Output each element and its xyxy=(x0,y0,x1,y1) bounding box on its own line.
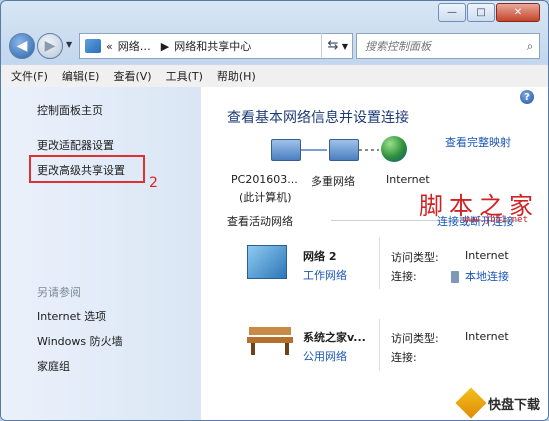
homegroup-link[interactable]: 家庭组 xyxy=(37,358,70,374)
minimize-button[interactable]: — xyxy=(438,3,466,22)
connections-label: 连接: xyxy=(391,270,417,283)
crumb-separator-icon[interactable]: ▶ xyxy=(161,40,169,53)
crumb-1[interactable]: 网络… xyxy=(118,38,151,54)
search-box[interactable]: ⌕ xyxy=(356,33,540,59)
arrow-right-icon: ▶ xyxy=(44,38,56,54)
main-pane: ? 查看基本网络信息并设置连接 查看完整映射 PC201603... (此计算机… xyxy=(201,87,548,420)
connection-line xyxy=(359,149,379,151)
change-adapter-settings-link[interactable]: 更改适配器设置 xyxy=(37,137,114,153)
divider xyxy=(379,319,380,371)
internet-label: Internet xyxy=(386,173,430,186)
internet-globe-icon xyxy=(381,136,407,162)
internet-options-link[interactable]: Internet 选项 xyxy=(37,308,106,324)
forward-button[interactable]: ▶ xyxy=(37,33,63,59)
this-computer-label: (此计算机) xyxy=(239,191,292,204)
address-row: ◀ ▶ ▼ « 网络… ▶ 网络和共享中心 ▼ ⇆ ⌕ xyxy=(9,31,540,61)
logo-icon xyxy=(455,387,487,419)
menu-view[interactable]: 查看(V) xyxy=(113,68,151,84)
watermark-text: 快盘下载 xyxy=(487,397,540,413)
network-type-link[interactable]: 工作网络 xyxy=(303,267,347,283)
network-name: 系统之家v... xyxy=(303,331,366,344)
refresh-icon: ⇆ xyxy=(327,37,339,53)
menu-tools[interactable]: 工具(T) xyxy=(166,68,203,84)
see-full-map-link[interactable]: 查看完整映射 xyxy=(445,134,511,150)
control-panel-home-link[interactable]: 控制面板主页 xyxy=(37,102,103,118)
watermark-badge: 快盘下载 xyxy=(455,387,540,419)
search-icon[interactable]: ⌕ xyxy=(521,39,539,54)
computer-name: PC201603... xyxy=(231,173,298,186)
page-title: 查看基本网络信息并设置连接 xyxy=(227,110,409,126)
close-button[interactable]: ✕ xyxy=(496,3,540,22)
public-network-icon xyxy=(247,327,293,355)
menu-help[interactable]: 帮助(H) xyxy=(217,68,256,84)
window: — □ ✕ ◀ ▶ ▼ « 网络… ▶ 网络和共享中心 ▼ ⇆ ⌕ 文件(F) … xyxy=(0,0,549,421)
crumb-2[interactable]: 网络和共享中心 xyxy=(174,38,251,54)
network-type-link[interactable]: 公用网络 xyxy=(303,348,347,364)
work-network-icon xyxy=(247,245,287,279)
local-connection-link[interactable]: 本地连接 xyxy=(465,270,509,283)
multiple-networks-icon xyxy=(329,139,359,161)
watermark-url: www.jb51.net xyxy=(463,215,529,225)
connections-label: 连接: xyxy=(391,351,417,364)
crumb-overflow[interactable]: « xyxy=(106,40,113,53)
access-type-value: Internet xyxy=(465,249,509,262)
search-input[interactable] xyxy=(357,38,521,54)
active-networks-heading: 查看活动网络 xyxy=(227,215,293,228)
help-icon[interactable]: ? xyxy=(520,90,534,104)
recent-pages-dropdown-icon[interactable]: ▼ xyxy=(66,40,72,49)
menu-bar: 文件(F) 编辑(E) 查看(V) 工具(T) 帮助(H) xyxy=(1,64,548,88)
windows-firewall-link[interactable]: Windows 防火墙 xyxy=(37,333,123,349)
refresh-button[interactable]: ⇆ xyxy=(321,33,344,57)
connection-line xyxy=(301,149,327,151)
menu-file[interactable]: 文件(F) xyxy=(11,68,48,84)
left-pane: 控制面板主页 更改适配器设置 更改高级共享设置 2 另请参阅 Internet … xyxy=(1,87,201,420)
divider xyxy=(379,237,380,289)
access-type-label: 访问类型: xyxy=(391,332,439,345)
menu-edit[interactable]: 编辑(E) xyxy=(62,68,100,84)
address-bar[interactable]: « 网络… ▶ 网络和共享中心 ▼ xyxy=(79,33,353,59)
arrow-left-icon: ◀ xyxy=(16,38,28,54)
connection-value: 本地连接 xyxy=(451,268,509,284)
access-type-value: Internet xyxy=(465,330,509,343)
access-type-label: 访问类型: xyxy=(391,251,439,264)
back-button[interactable]: ◀ xyxy=(9,33,35,59)
caption-buttons: — □ ✕ xyxy=(437,3,540,22)
highlight-box xyxy=(29,155,145,183)
annotation-number: 2 xyxy=(149,175,158,191)
maximize-button[interactable]: □ xyxy=(467,3,495,22)
network-name: 网络 2 xyxy=(303,250,337,263)
computer-icon xyxy=(271,139,301,161)
network-folder-icon xyxy=(85,39,101,53)
multiple-networks-label: 多重网络 xyxy=(311,175,355,188)
see-also-heading: 另请参阅 xyxy=(37,286,81,299)
network-adapter-icon xyxy=(451,271,459,283)
